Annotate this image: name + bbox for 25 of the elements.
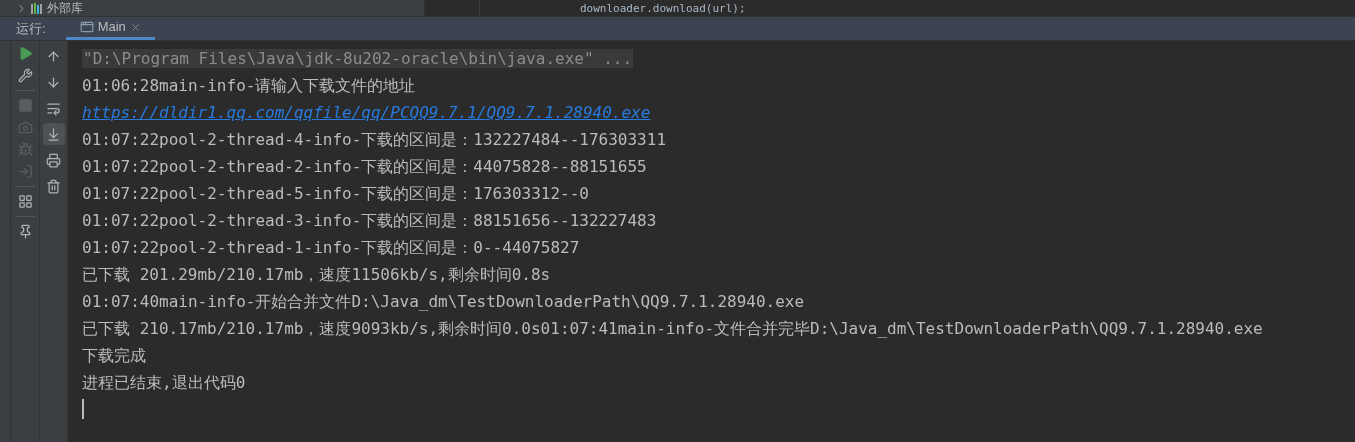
scroll-to-end-icon[interactable]: [42, 123, 65, 145]
library-icon: [31, 2, 43, 14]
console-line: 已下载 201.29mb/210.17mb，速度11506kb/s,剩余时间0.8s: [82, 265, 551, 284]
run-icon[interactable]: [17, 46, 33, 61]
console-line: 已下载 210.17mb/210.17mb，速度9093kb/s,剩余时间0.0s01:07:41main-info-文件合并完毕D:\Java_dm\TestDownloaderPath\QQ9.7.1.28940.exe: [82, 319, 1263, 338]
console-line: 01:07:22pool-2-thread-3-info-下载的区间是：88151656--132227483: [82, 211, 657, 230]
run-label: 运行:: [15, 19, 47, 38]
console-line: 进程已结束,退出代码0: [82, 373, 246, 392]
run-tab[interactable]: Main: [65, 17, 155, 40]
download-link[interactable]: https://dldir1.qq.com/qqfile/qq/PCQQ9.7.1/QQ9.7.1.28940.exe: [82, 103, 651, 122]
tree-item[interactable]: 外部库: [47, 2, 83, 14]
console-line: 下载完成: [82, 346, 146, 365]
close-icon[interactable]: [129, 21, 141, 33]
console-line: 01:07:22pool-2-thread-5-info-下载的区间是：176303312--0: [82, 184, 589, 203]
console-line: 01:07:22pool-2-thread-2-info-下载的区间是：44075828--88151655: [82, 157, 647, 176]
wrench-icon[interactable]: [17, 68, 33, 83]
console-line: 01:06:28main-info-请输入下载文件的地址: [82, 76, 416, 95]
console-line: 01:07:40main-info-开始合并文件D:\Java_dm\TestDownloaderPath\QQ9.7.1.28940.exe: [82, 292, 805, 311]
console-line: 01:07:22pool-2-thread-4-info-下载的区间是：132227484--176303311: [82, 130, 666, 149]
console-line: 01:07:22pool-2-thread-1-info-下载的区间是：0--44075827: [82, 238, 580, 257]
text-cursor: [82, 399, 84, 419]
pin-icon[interactable]: [17, 224, 33, 239]
layout-icon[interactable]: [17, 194, 33, 209]
window-icon: [79, 20, 94, 34]
code-line: downloader.download(url);: [580, 2, 746, 14]
